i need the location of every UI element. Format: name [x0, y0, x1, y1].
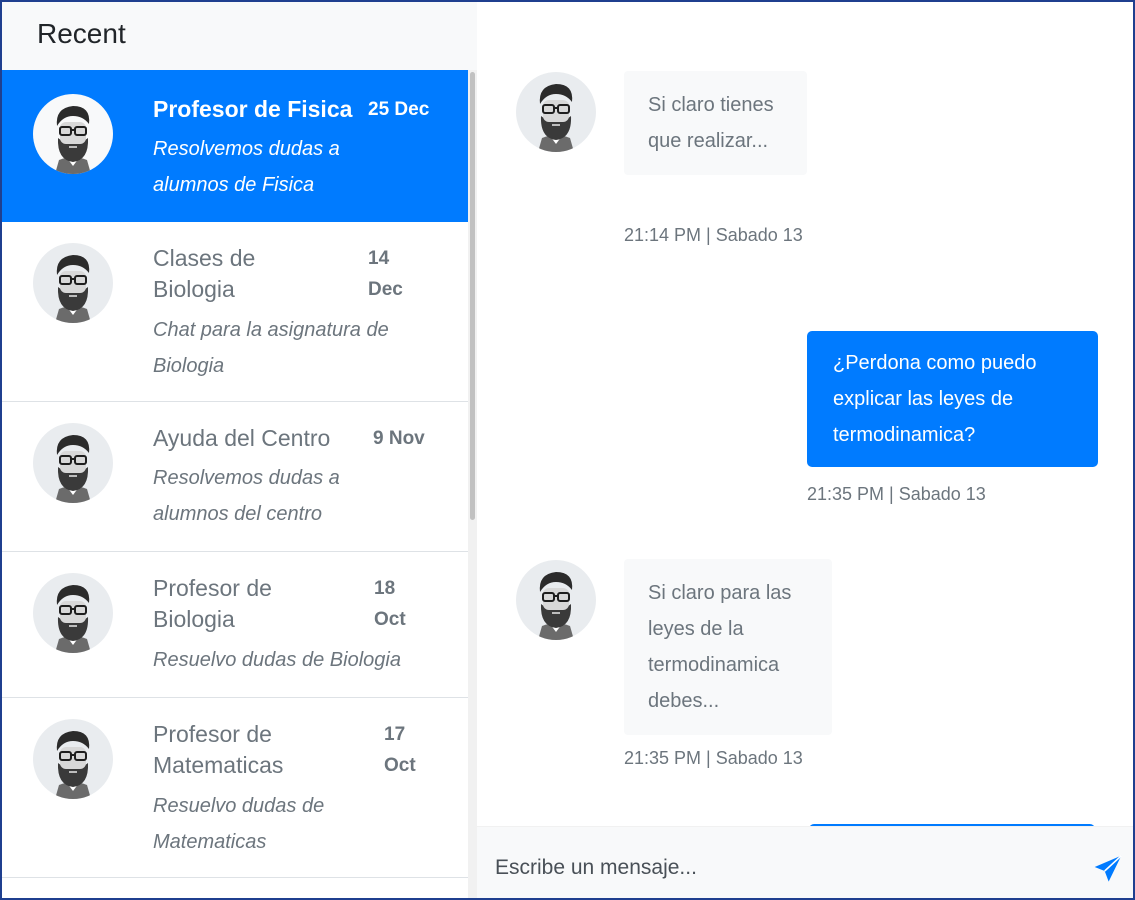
- chat-description: Resolvemos dudas a alumnos de Fisica: [153, 138, 340, 196]
- send-button[interactable]: [1092, 853, 1124, 885]
- message-timestamp: 21:35 PM | Sabado 13: [624, 748, 803, 768]
- chat-list[interactable]: Profesor de Fisica 25 Dec Resolvemos dud…: [2, 70, 468, 898]
- message-timestamp: 21:35 PM | Sabado 13: [807, 484, 986, 504]
- message-composer: [477, 826, 1133, 898]
- chat-name: Clases de Biologia: [153, 245, 256, 302]
- user-avatar-icon: [33, 243, 113, 323]
- chat-description: Resuelvo dudas de Biologia: [153, 649, 401, 671]
- recent-title: Recent: [2, 2, 477, 70]
- incoming-message: Si claro para las leyes de la termodinam…: [624, 559, 832, 735]
- chat-list-scrollbar[interactable]: [468, 70, 477, 898]
- user-avatar-icon: [516, 72, 596, 152]
- chat-description: Resuelvo dudas de Matematicas: [153, 795, 325, 853]
- chat-date: 25 Dec: [368, 99, 430, 120]
- chat-item-profesor-de-biologia[interactable]: Profesor de Biologia 18 Oct Resuelvo dud…: [2, 552, 468, 698]
- chat-item-clases-de-biologia[interactable]: Clases de Biologia 14 Dec Chat para la a…: [2, 222, 468, 402]
- chat-name: Ayuda del Centro: [153, 425, 331, 451]
- outgoing-message: ¿Perdona como puedo explicar las leyes d…: [807, 331, 1098, 467]
- chat-name: Profesor de Fisica: [153, 96, 353, 122]
- message-history[interactable]: Si claro tienes que realizar... 21:14 PM…: [477, 2, 1133, 826]
- incoming-message: Si claro tienes que realizar...: [624, 71, 807, 175]
- recent-panel: Recent Profesor de Fisica 25 Dec Resolve…: [2, 2, 477, 898]
- chat-app-window: Recent Profesor de Fisica 25 Dec Resolve…: [0, 0, 1135, 900]
- chat-item-profesor-de-fisica[interactable]: Profesor de Fisica 25 Dec Resolvemos dud…: [2, 70, 468, 222]
- chat-description: Chat para la asignatura de Biologia: [153, 319, 389, 377]
- scrollbar-thumb[interactable]: [470, 72, 475, 520]
- chat-date: 18 Oct: [374, 578, 406, 630]
- message-timestamp: 21:14 PM | Sabado 13: [624, 225, 803, 245]
- message-input[interactable]: [477, 827, 1077, 898]
- user-avatar-icon: [33, 423, 113, 503]
- chat-name: Profesor de Biologia: [153, 575, 272, 632]
- chat-name: Profesor de Matematicas: [153, 721, 284, 778]
- user-avatar-icon: [516, 560, 596, 640]
- chat-date: 9 Nov: [373, 428, 425, 449]
- chat-item-ayuda-del-centro[interactable]: Ayuda del Centro 9 Nov Resolvemos dudas …: [2, 402, 468, 552]
- chat-item-profesor-de-matematicas[interactable]: Profesor de Matematicas 17 Oct Resuelvo …: [2, 698, 468, 878]
- chat-date: 17 Oct: [384, 724, 416, 776]
- user-avatar-icon: [33, 573, 113, 653]
- chat-date: 14 Dec: [368, 248, 403, 300]
- user-avatar-icon: [33, 94, 113, 174]
- chat-description: Resolvemos dudas a alumnos del centro: [153, 467, 340, 525]
- conversation-panel: Si claro tienes que realizar... 21:14 PM…: [477, 2, 1133, 898]
- user-avatar-icon: [33, 719, 113, 799]
- paper-plane-icon: [1094, 855, 1122, 882]
